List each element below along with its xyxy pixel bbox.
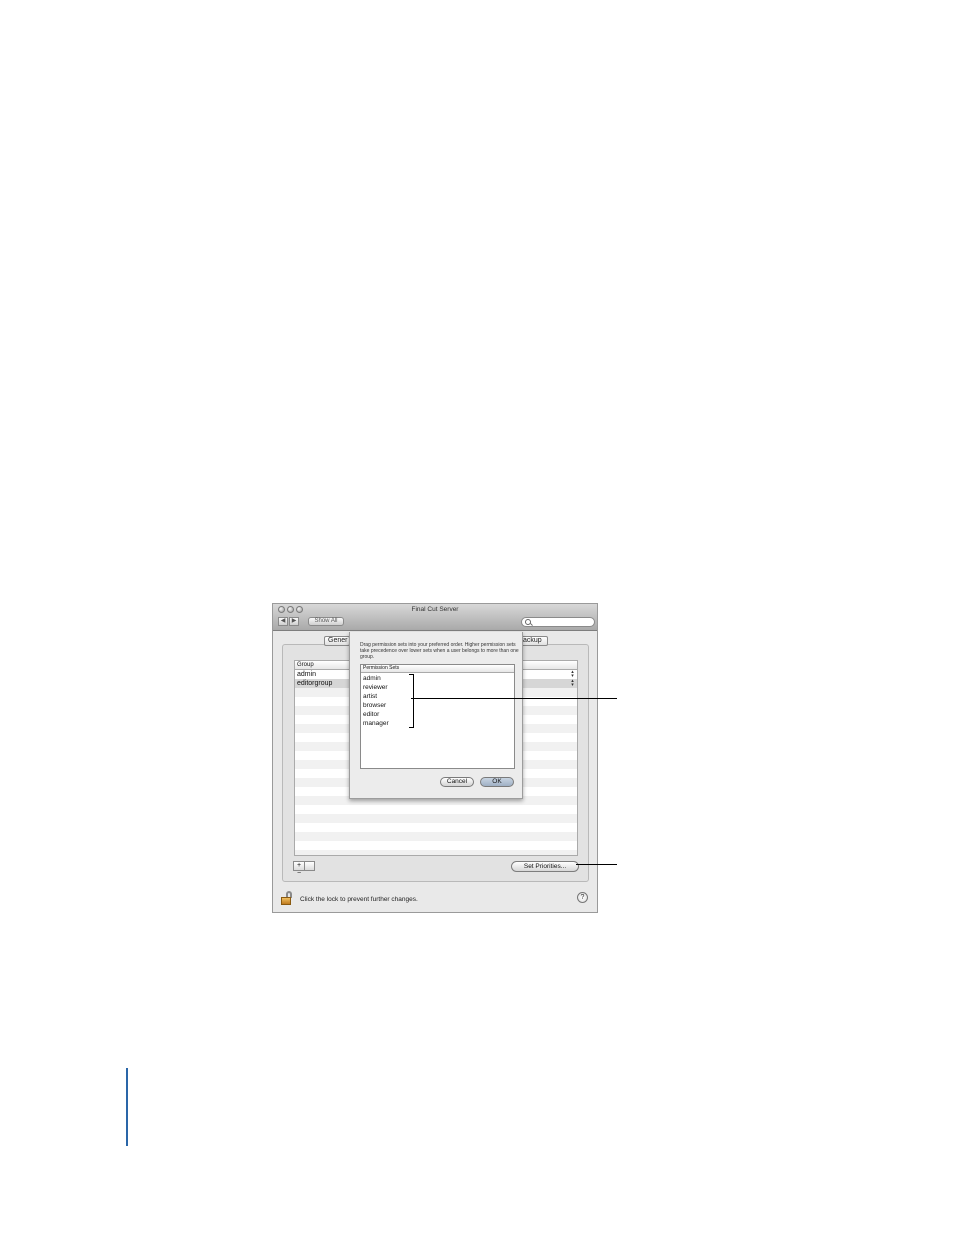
- list-item[interactable]: manager: [363, 719, 389, 728]
- group-name: admin: [297, 671, 317, 678]
- callout-line-set-priorities: [576, 864, 617, 865]
- list-item[interactable]: artist: [363, 692, 377, 701]
- callout-line-permission-sets: [411, 698, 617, 699]
- search-icon: [525, 619, 531, 625]
- list-item[interactable]: reviewer: [363, 683, 388, 692]
- permission-stepper[interactable]: ▴ ▾: [570, 679, 575, 688]
- list-item[interactable]: editor: [363, 710, 379, 719]
- callout-bracket: [409, 674, 414, 728]
- window-titlebar: Final Cut Server ◀ ▶ Show All: [273, 604, 597, 631]
- plus-icon: +: [296, 862, 302, 869]
- back-button[interactable]: ◀: [278, 617, 288, 626]
- set-priorities-button[interactable]: Set Priorities...: [511, 861, 579, 872]
- preferences-window: Final Cut Server ◀ ▶ Show All Gener acku…: [272, 603, 598, 913]
- permission-sets-list: Permission Sets admin reviewer artist br…: [360, 664, 515, 769]
- empty-row: [295, 814, 577, 823]
- show-all-button[interactable]: Show All: [308, 617, 344, 626]
- ok-button[interactable]: OK: [480, 777, 514, 787]
- cancel-button[interactable]: Cancel: [440, 777, 474, 787]
- group-name: editorgroup: [297, 680, 333, 687]
- page-margin-rule: [126, 1068, 128, 1146]
- list-item[interactable]: admin: [363, 674, 381, 683]
- search-input[interactable]: [521, 617, 595, 627]
- permission-sets-header: Permission Sets: [361, 665, 514, 673]
- add-remove-control: +−: [293, 861, 315, 877]
- help-button[interactable]: ?: [577, 892, 588, 903]
- add-button[interactable]: +: [294, 862, 304, 870]
- empty-row: [295, 832, 577, 841]
- lock-message: Click the lock to prevent further change…: [300, 896, 418, 903]
- forward-button[interactable]: ▶: [289, 617, 299, 626]
- remove-button[interactable]: −: [294, 870, 304, 878]
- permission-stepper[interactable]: ▴ ▾: [570, 670, 575, 679]
- lock-icon[interactable]: [281, 891, 293, 905]
- empty-row: [295, 850, 577, 855]
- priorities-sheet: Drag permission sets into your preferred…: [349, 632, 523, 799]
- list-item[interactable]: browser: [363, 701, 386, 710]
- tab-general[interactable]: Gener: [324, 636, 350, 646]
- sheet-instructions: Drag permission sets into your preferred…: [360, 642, 519, 660]
- window-title: Final Cut Server: [411, 606, 459, 613]
